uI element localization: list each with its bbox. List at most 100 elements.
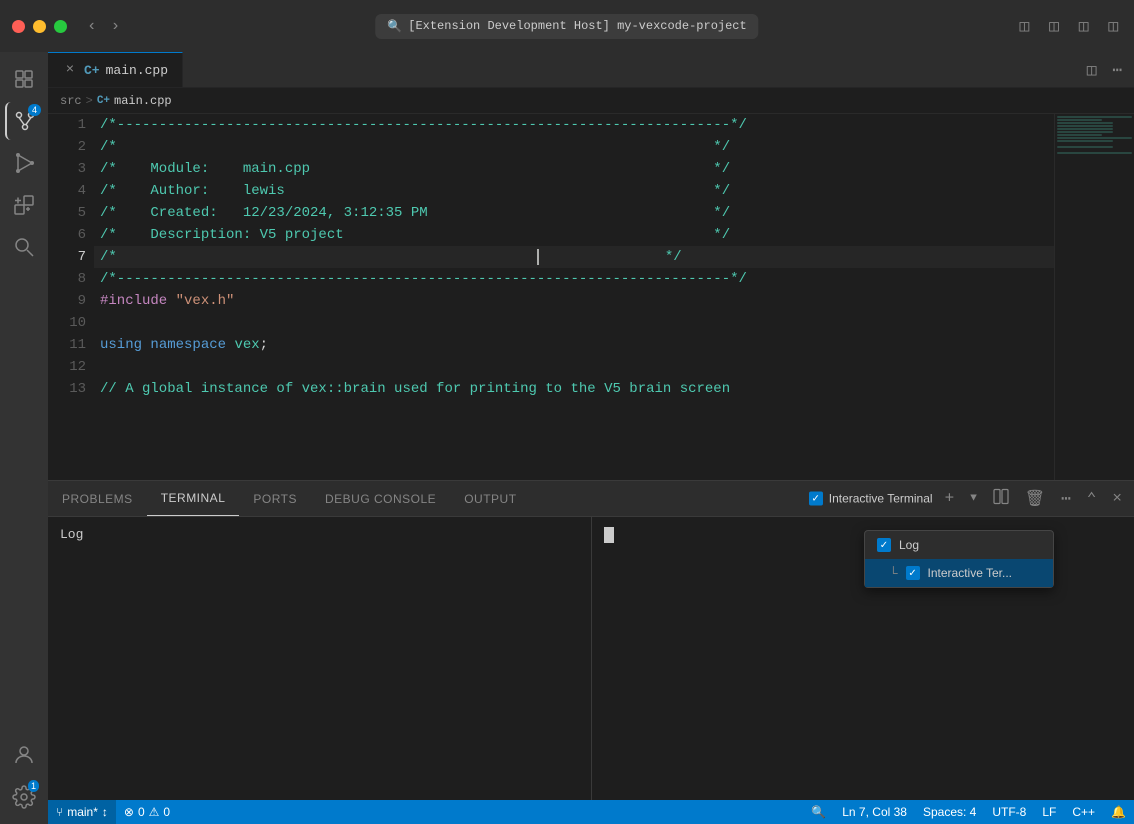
line-num-5: 5 <box>56 202 86 224</box>
maximize-panel-button[interactable]: ⌃ <box>1083 487 1101 511</box>
minimap-line <box>1057 140 1113 142</box>
editor-area[interactable]: 1 2 3 4 5 6 7 8 9 10 11 12 13 /*--------… <box>48 114 1134 480</box>
sync-icon: ↕ <box>102 805 108 819</box>
layout-options-icon[interactable]: ◫ <box>1104 14 1122 38</box>
split-editor-icon[interactable]: ◫ <box>1045 14 1063 38</box>
more-panel-actions-button[interactable]: ⋯ <box>1057 487 1075 511</box>
minimap-line <box>1057 146 1113 148</box>
tab-terminal[interactable]: TERMINAL <box>147 481 240 516</box>
activity-account[interactable] <box>5 736 43 774</box>
code-line-10 <box>94 312 1054 334</box>
status-notifications[interactable]: 🔔 <box>1103 800 1134 824</box>
minimap-line <box>1057 149 1132 151</box>
dropdown-item-interactive[interactable]: └ ✓ Interactive Ter... <box>865 559 1053 587</box>
status-branch[interactable]: ⑂ main* ↕ <box>48 800 116 824</box>
kill-terminal-button[interactable]: 🗑 <box>1021 487 1049 511</box>
log-label: Log <box>899 538 919 552</box>
branch-icon: ⑂ <box>56 805 63 819</box>
minimap-line <box>1057 143 1132 145</box>
tree-indent-icon: └ <box>889 566 898 580</box>
terminal-dropdown-button[interactable]: ▼ <box>966 491 981 507</box>
code-line-13: // A global instance of vex::brain used … <box>94 378 1054 400</box>
status-zoom[interactable]: 🔍 <box>803 800 834 824</box>
minimize-button[interactable] <box>33 20 46 33</box>
status-line-ending[interactable]: LF <box>1034 800 1064 824</box>
code-line-5: /* Created: 12/23/2024, 3:12:35 PM */ <box>94 202 1054 224</box>
error-count: 0 <box>138 805 145 819</box>
line-num-12: 12 <box>56 356 86 378</box>
terminal-dropdown-menu: ✓ Log └ ✓ Interactive Ter... <box>864 530 1054 588</box>
tab-bar: × C+ main.cpp ◫ ⋯ <box>48 52 1134 88</box>
nav-forward-button[interactable]: › <box>107 15 125 37</box>
minimap-line <box>1057 125 1113 127</box>
status-position[interactable]: Ln 7, Col 38 <box>834 800 915 824</box>
activity-extensions[interactable] <box>5 186 43 224</box>
activity-bar: 4 <box>0 52 48 824</box>
search-icon: 🔍 <box>387 19 402 34</box>
zoom-icon: 🔍 <box>811 805 826 819</box>
tab-debug-console[interactable]: DEBUG CONSOLE <box>311 481 450 516</box>
maximize-button[interactable] <box>54 20 67 33</box>
status-right: 🔍 Ln 7, Col 38 Spaces: 4 UTF-8 LF C++ <box>803 800 1134 824</box>
language-label: C++ <box>1072 805 1095 819</box>
code-line-8: /*--------------------------------------… <box>94 268 1054 290</box>
interactive-checkbox: ✓ <box>906 566 920 580</box>
minimap-line <box>1057 152 1132 154</box>
code-line-4: /* Author: lewis */ <box>94 180 1054 202</box>
line-ending-label: LF <box>1042 805 1056 819</box>
activity-explorer[interactable] <box>5 60 43 98</box>
spaces-label: Spaces: 4 <box>923 805 976 819</box>
settings-badge: 1 <box>28 780 39 792</box>
line-num-8: 8 <box>56 268 86 290</box>
activity-source-control[interactable]: 4 <box>5 102 43 140</box>
split-terminal-button[interactable] <box>989 486 1013 511</box>
breadcrumb-src[interactable]: src <box>60 94 82 108</box>
status-encoding[interactable]: UTF-8 <box>984 800 1034 824</box>
traffic-lights <box>12 20 67 33</box>
layout-toggle-icon[interactable]: ◫ <box>1015 14 1033 38</box>
activity-settings[interactable]: 1 <box>5 778 43 816</box>
minimap <box>1054 114 1134 480</box>
minimap-line <box>1057 134 1102 136</box>
title-search-text: [Extension Development Host] my-vexcode-… <box>408 19 746 33</box>
breadcrumb: src > C+ main.cpp <box>48 88 1134 114</box>
line-num-2: 2 <box>56 136 86 158</box>
title-search-bar[interactable]: 🔍 [Extension Development Host] my-vexcod… <box>375 14 758 39</box>
split-editor-button[interactable]: ◫ <box>1083 58 1101 82</box>
dropdown-item-log[interactable]: ✓ Log <box>865 531 1053 559</box>
panel-tabs: PROBLEMS TERMINAL PORTS DEBUG CONSOLE OU… <box>48 481 1134 517</box>
status-spaces[interactable]: Spaces: 4 <box>915 800 984 824</box>
code-line-12 <box>94 356 1054 378</box>
status-language[interactable]: C++ <box>1064 800 1103 824</box>
status-left: ⑂ main* ↕ ⊗ 0 ⚠ 0 <box>48 800 178 824</box>
activity-run-debug[interactable] <box>5 144 43 182</box>
tab-problems[interactable]: PROBLEMS <box>48 481 147 516</box>
terminal-checkbox-icon: ✓ <box>809 492 823 506</box>
minimap-line <box>1057 119 1102 121</box>
minimap-line <box>1057 131 1113 133</box>
more-actions-button[interactable]: ⋯ <box>1108 58 1126 82</box>
add-terminal-button[interactable]: + <box>941 488 959 510</box>
nav-back-button[interactable]: ‹ <box>83 15 101 37</box>
app-body: 4 <box>0 52 1134 824</box>
terminal-label-text: Interactive Terminal <box>829 492 933 506</box>
line-num-10: 10 <box>56 312 86 334</box>
line-num-6: 6 <box>56 224 86 246</box>
tab-bar-actions: ◫ ⋯ <box>1083 58 1126 82</box>
code-content[interactable]: /*--------------------------------------… <box>94 114 1054 480</box>
close-panel-button[interactable]: × <box>1108 488 1126 510</box>
breadcrumb-file[interactable]: C+ main.cpp <box>97 94 172 108</box>
status-errors[interactable]: ⊗ 0 ⚠ 0 <box>116 800 178 824</box>
tab-close-button[interactable]: × <box>62 62 78 78</box>
tab-output[interactable]: OUTPUT <box>450 481 530 516</box>
code-line-11: using namespace vex; <box>94 334 1054 356</box>
code-line-3: /* Module: main.cpp */ <box>94 158 1054 180</box>
terminal-log-pane[interactable]: Log <box>48 517 591 800</box>
line-num-4: 4 <box>56 180 86 202</box>
tab-main-cpp[interactable]: × C+ main.cpp <box>48 52 183 87</box>
activity-search[interactable] <box>5 228 43 266</box>
close-button[interactable] <box>12 20 25 33</box>
panel-toggle-icon[interactable]: ◫ <box>1075 14 1093 38</box>
tab-ports[interactable]: PORTS <box>239 481 311 516</box>
minimap-line <box>1057 128 1113 130</box>
